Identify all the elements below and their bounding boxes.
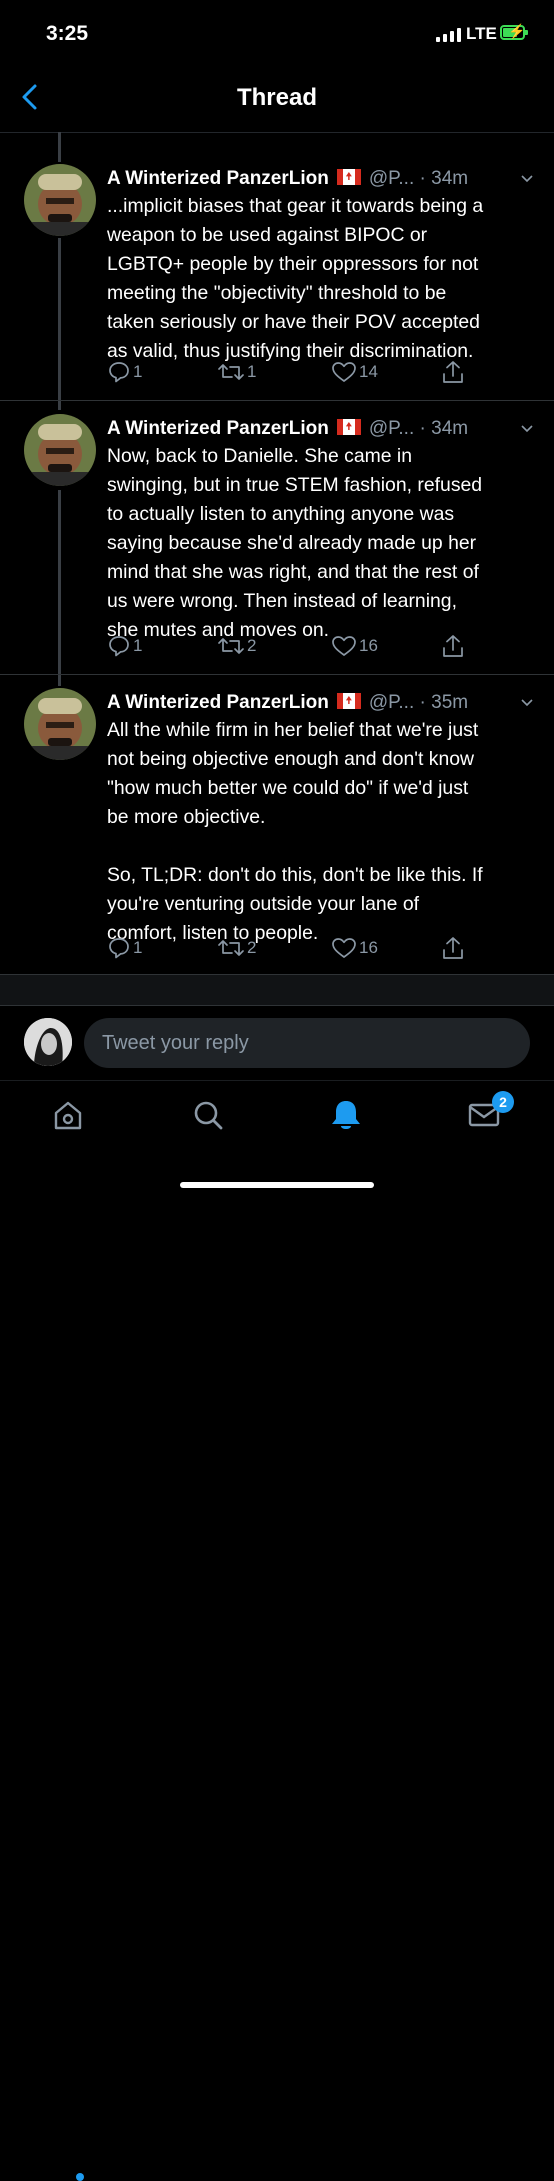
tweet-meta: A Winterized PanzerLion @P... · 34m	[107, 168, 534, 194]
display-name[interactable]: A Winterized PanzerLion	[107, 418, 329, 439]
retweet-icon	[218, 364, 244, 380]
share-button[interactable]	[441, 934, 465, 962]
avatar[interactable]	[24, 414, 96, 486]
display-name[interactable]: A Winterized PanzerLion	[107, 692, 329, 713]
status-time: 3:25	[46, 22, 89, 45]
tweet-text: Now, back to Danielle. She came in swing…	[107, 445, 483, 641]
reply-count: 1	[133, 938, 143, 957]
like-count: 16	[359, 938, 378, 957]
user-handle[interactable]: @P...	[369, 692, 414, 713]
heart-icon	[332, 938, 356, 958]
home-indicator	[180, 1182, 374, 1188]
like-button[interactable]: 14	[331, 358, 378, 386]
tweet-meta: A Winterized PanzerLion @P... · 35m	[107, 692, 534, 718]
reply-bar	[0, 1004, 554, 1080]
user-handle[interactable]: @P...	[369, 418, 414, 439]
signal-icon	[436, 26, 461, 42]
home-icon[interactable]	[48, 1095, 88, 1135]
home-notification-dot	[76, 2173, 84, 2181]
tweet[interactable]: A Winterized PanzerLion @P... · 34m Now, …	[0, 414, 554, 664]
chevron-down-icon[interactable]	[520, 172, 534, 186]
page-title: Thread	[236, 84, 317, 111]
like-button[interactable]: 16	[331, 632, 378, 660]
reply-button[interactable]: 1	[107, 632, 142, 660]
chevron-down-icon[interactable]	[520, 696, 534, 710]
share-icon	[443, 937, 463, 959]
retweet-button[interactable]: 1	[217, 358, 256, 386]
tweet-actions: 1 1 14	[107, 358, 537, 386]
canada-flag-icon	[336, 419, 361, 435]
reply-button[interactable]: 1	[107, 934, 142, 962]
share-button[interactable]	[441, 632, 465, 660]
heart-icon	[332, 362, 356, 382]
status-bar: 3:25 LTE ⚡	[0, 0, 554, 66]
reply-count: 1	[133, 362, 143, 381]
network-label: LTE	[466, 24, 497, 43]
tweet-time[interactable]: · 35m	[420, 692, 469, 713]
retweet-button[interactable]: 2	[217, 934, 256, 962]
avatar[interactable]	[24, 164, 96, 236]
tweet-actions: 1 2 16	[107, 632, 537, 660]
tweet-meta: A Winterized PanzerLion @P... · 34m	[107, 418, 534, 444]
my-avatar[interactable]	[24, 1018, 72, 1066]
thread-connector	[58, 132, 61, 162]
reply-icon	[109, 362, 129, 383]
canada-flag-icon	[336, 693, 361, 709]
reply-input[interactable]	[84, 1018, 530, 1068]
retweet-count: 2	[247, 636, 257, 655]
like-button[interactable]: 16	[331, 934, 378, 962]
tweet[interactable]: A Winterized PanzerLion @P... · 35m All t…	[0, 688, 554, 968]
like-count: 14	[359, 362, 378, 381]
retweet-count: 1	[247, 362, 257, 381]
share-icon	[443, 635, 463, 657]
like-count: 16	[359, 636, 378, 655]
tweet-text: ...implicit biases that gear it towards …	[107, 195, 484, 362]
reply-icon	[109, 938, 129, 959]
share-button[interactable]	[441, 358, 465, 386]
notifications-icon[interactable]	[326, 1095, 366, 1135]
tweet-time[interactable]: · 34m	[420, 418, 469, 439]
divider	[0, 400, 554, 401]
tweet-actions: 1 2 16	[107, 934, 537, 962]
messages-badge: 2	[492, 1091, 514, 1113]
reply-count: 1	[133, 636, 143, 655]
reply-button[interactable]: 1	[107, 358, 142, 386]
display-name[interactable]: A Winterized PanzerLion	[107, 168, 329, 189]
search-icon[interactable]	[188, 1095, 228, 1135]
thread-header: Thread	[0, 66, 554, 133]
heart-icon	[332, 636, 356, 656]
retweet-count: 2	[247, 938, 257, 957]
canada-flag-icon	[336, 169, 361, 185]
divider	[0, 674, 554, 675]
retweet-button[interactable]: 2	[217, 632, 256, 660]
section-gap	[0, 974, 554, 1006]
reply-icon	[109, 636, 129, 657]
avatar[interactable]	[24, 688, 96, 760]
retweet-icon	[218, 940, 244, 956]
tweet[interactable]: A Winterized PanzerLion @P... · 34m ...im…	[0, 164, 554, 386]
tweet-text: All the while firm in her belief that we…	[107, 719, 483, 944]
user-handle[interactable]: @P...	[369, 168, 414, 189]
tweet-time[interactable]: · 34m	[420, 168, 469, 189]
battery-icon: ⚡	[500, 23, 528, 40]
chevron-down-icon[interactable]	[520, 422, 534, 436]
retweet-icon	[218, 638, 244, 654]
share-icon	[443, 361, 463, 383]
